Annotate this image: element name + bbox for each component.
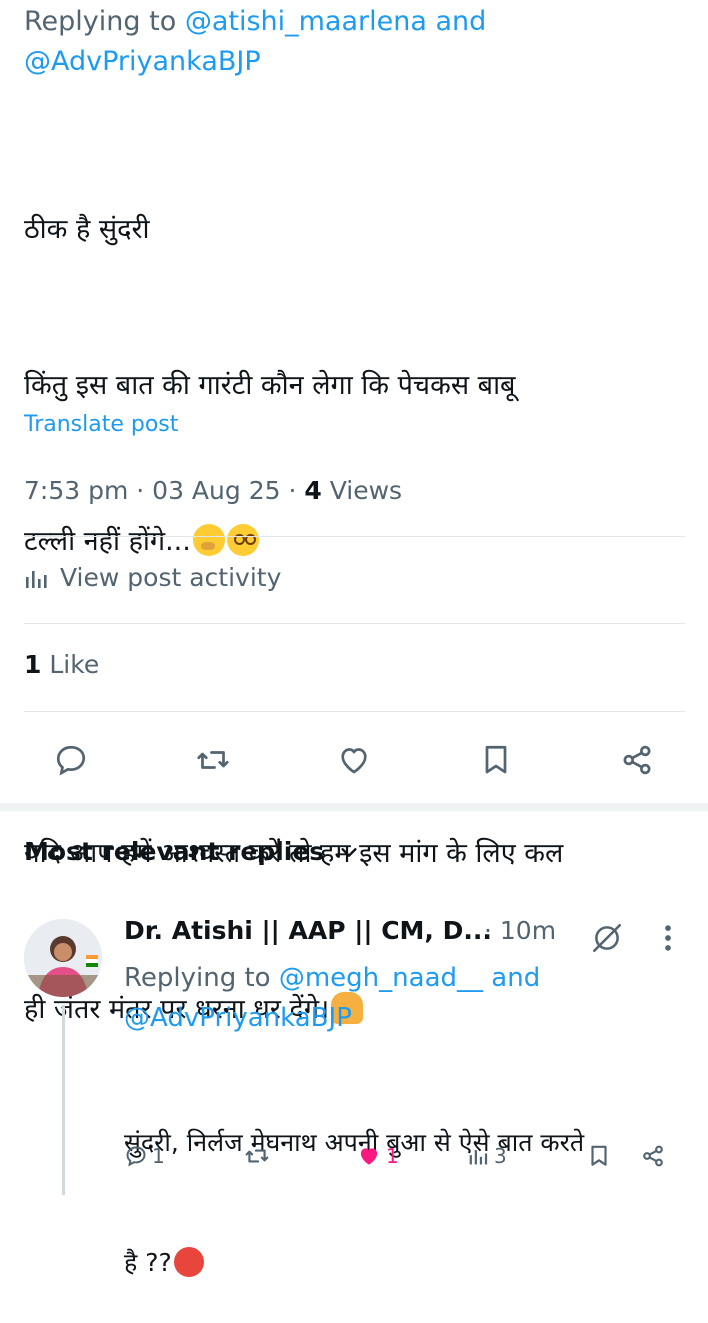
reply-views-button[interactable]: 3 [468, 1136, 507, 1176]
divider [24, 536, 685, 537]
share-button[interactable] [617, 740, 657, 780]
translate-post-link[interactable]: Translate post [24, 412, 178, 437]
like-button[interactable] [334, 740, 374, 780]
view-post-activity[interactable]: View post activity [24, 563, 281, 592]
analytics-icon [469, 1150, 488, 1165]
thread-line [62, 1005, 65, 1195]
reply-author-name[interactable]: Dr. Atishi || AAP || CM, D... [124, 916, 494, 945]
likes-count[interactable]: 1 Like [24, 650, 99, 679]
retweet-icon [197, 751, 229, 769]
replying-user-link[interactable]: @atishi_maarlena [185, 6, 427, 37]
replying-user-link[interactable]: @megh_naad__ [279, 963, 483, 993]
reply-reply-button[interactable]: 1 [124, 1136, 165, 1176]
reply-bookmark-button[interactable] [586, 1136, 612, 1176]
reply-icon [126, 1146, 146, 1167]
repost-button[interactable] [193, 740, 233, 780]
analytics-icon [26, 570, 47, 588]
post-meta: 7:53 pm · 03 Aug 25 · 4 Views [24, 476, 403, 505]
post-action-bar [0, 732, 708, 788]
reply-timestamp: · 10m [484, 916, 557, 945]
reply-share-button[interactable] [640, 1136, 666, 1176]
reply-text: सुंदरी, निर्लज मेघनाथ अपनी बुआ से ऐसे बा… [124, 1128, 585, 1277]
woozy-face-emoji [226, 524, 259, 556]
thinking-face-emoji [192, 524, 225, 556]
angry-face-emoji [173, 1247, 204, 1277]
reply-action-bar: 1 1 3 [124, 1136, 684, 1176]
more-icon[interactable] [656, 921, 680, 955]
like-icon [341, 748, 367, 774]
avatar[interactable] [24, 919, 102, 997]
share-icon [643, 1145, 663, 1167]
avatar-image [24, 919, 102, 997]
reply-repost-button[interactable] [244, 1136, 270, 1176]
replying-user-link[interactable]: @AdvPriyankaBJP [24, 46, 261, 77]
reply-icon [56, 745, 86, 776]
chevron-down-icon [341, 847, 357, 857]
replying-to: Replying to @atishi_maarlena and @AdvPri… [24, 6, 487, 77]
divider [24, 711, 685, 712]
share-icon [623, 745, 651, 775]
divider [24, 623, 685, 624]
bookmark-button[interactable] [476, 740, 516, 780]
like-icon [360, 1148, 378, 1165]
reply-replying-to: Replying to @megh_naad__ and @AdvPriyank… [124, 963, 541, 1033]
post-date[interactable]: 03 Aug 25 [152, 476, 280, 505]
retweet-icon [245, 1149, 269, 1163]
replying-user-link[interactable]: @AdvPriyankaBJP [124, 1003, 352, 1033]
replies-sort-selector[interactable]: Most relevant replies [24, 837, 360, 866]
section-separator [0, 803, 708, 811]
reply-button[interactable] [51, 740, 91, 780]
reply-like-button[interactable]: 1 [356, 1136, 399, 1176]
bookmark-icon [591, 1145, 607, 1166]
bookmark-icon [485, 745, 507, 774]
grok-icon[interactable] [590, 921, 624, 955]
